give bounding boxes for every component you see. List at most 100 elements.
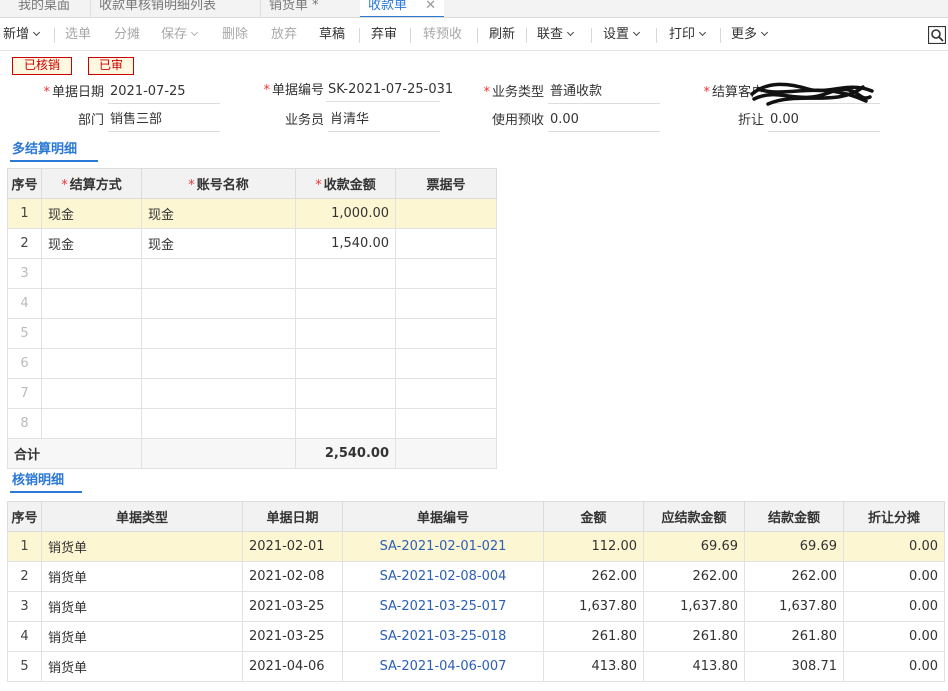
doc-date-field[interactable]: 2021-07-25 (108, 82, 220, 104)
table-row[interactable]: 3 (7, 258, 497, 289)
cell-method[interactable]: 现金 (41, 228, 142, 259)
delete-button[interactable]: 删除 (222, 25, 248, 45)
table-row[interactable]: 8 (7, 408, 497, 439)
table-row[interactable]: 2 现金 现金 1,540.00 (7, 228, 497, 259)
cell-doc-date[interactable]: 2021-02-01 (242, 531, 343, 562)
cell-doc-type[interactable]: 销货单 (41, 651, 243, 682)
table-row[interactable]: 1 现金 现金 1,000.00 (7, 198, 497, 229)
cell-amount[interactable] (295, 318, 396, 349)
table-row[interactable]: 5 (7, 318, 497, 349)
print-button[interactable]: 打印 (669, 25, 707, 45)
cell-bill[interactable] (395, 318, 497, 349)
cell-account[interactable] (141, 288, 296, 319)
new-button[interactable]: 新增 (3, 25, 41, 45)
cell-method[interactable]: 现金 (41, 198, 142, 229)
share-button[interactable]: 分摊 (114, 25, 140, 45)
cell-paid-amount[interactable]: 1,637.80 (744, 591, 844, 622)
cell-method[interactable] (41, 378, 142, 409)
cell-doc-type[interactable]: 销货单 (41, 531, 243, 562)
table-row[interactable]: 1 销货单 2021-02-01 SA-2021-02-01-021 112.0… (7, 531, 945, 562)
cell-discount-share[interactable]: 0.00 (843, 531, 945, 562)
doc-no-field[interactable]: SK-2021-07-25-031 (326, 80, 453, 102)
table-row[interactable]: 4 (7, 288, 497, 319)
cell-amount[interactable]: 261.80 (543, 621, 644, 652)
cell-account[interactable] (141, 258, 296, 289)
to-prepay-button[interactable]: 转预收 (423, 25, 462, 45)
cell-account[interactable]: 现金 (141, 228, 296, 259)
tab-sales-order[interactable]: 销货单 * (260, 0, 360, 17)
draft-button[interactable]: 草稿 (319, 25, 345, 45)
cell-bill[interactable] (395, 408, 497, 439)
cell-due-amount[interactable]: 261.80 (643, 621, 745, 652)
cell-account[interactable] (141, 318, 296, 349)
cell-bill[interactable] (395, 198, 497, 229)
tab-desktop[interactable]: 我的桌面 (10, 0, 88, 17)
doc-link[interactable]: SA-2021-02-01-021 (342, 531, 544, 562)
cell-method[interactable] (41, 258, 142, 289)
cell-amount[interactable] (295, 258, 396, 289)
cell-account[interactable] (141, 378, 296, 409)
cell-paid-amount[interactable]: 262.00 (744, 561, 844, 592)
search-icon[interactable] (928, 26, 946, 44)
cell-amount[interactable] (295, 408, 396, 439)
cell-amount[interactable]: 413.80 (543, 651, 644, 682)
cell-bill[interactable] (395, 348, 497, 379)
cell-account[interactable] (141, 348, 296, 379)
cell-paid-amount[interactable]: 261.80 (744, 621, 844, 652)
doc-link[interactable]: SA-2021-04-06-007 (342, 651, 544, 682)
cell-method[interactable] (41, 288, 142, 319)
cell-bill[interactable] (395, 258, 497, 289)
cell-doc-type[interactable]: 销货单 (41, 621, 243, 652)
discard-audit-button[interactable]: 弃审 (371, 25, 397, 45)
settle-section-title[interactable]: 多结算明细 (10, 140, 98, 162)
cell-amount[interactable] (295, 288, 396, 319)
department-field[interactable]: 销售三部 (108, 110, 220, 132)
select-doc-button[interactable]: 选单 (65, 25, 91, 45)
cell-paid-amount[interactable]: 69.69 (744, 531, 844, 562)
more-button[interactable]: 更多 (731, 25, 769, 45)
cell-discount-share[interactable]: 0.00 (843, 651, 945, 682)
tab-receipt-verify-list[interactable]: 收款单核销明细列表 (90, 0, 250, 17)
cell-amount[interactable]: 112.00 (543, 531, 644, 562)
use-prepay-field[interactable]: 0.00 (548, 110, 660, 132)
cell-bill[interactable] (395, 288, 497, 319)
cell-due-amount[interactable]: 262.00 (643, 561, 745, 592)
doc-link[interactable]: SA-2021-03-25-017 (342, 591, 544, 622)
close-icon[interactable]: ✕ (425, 0, 436, 16)
cell-amount[interactable]: 1,637.80 (543, 591, 644, 622)
refresh-button[interactable]: 刷新 (489, 25, 515, 45)
cell-amount[interactable] (295, 348, 396, 379)
cell-discount-share[interactable]: 0.00 (843, 561, 945, 592)
cell-amount[interactable] (295, 378, 396, 409)
cell-amount[interactable]: 262.00 (543, 561, 644, 592)
verify-section-title[interactable]: 核销明细 (10, 471, 82, 493)
linked-query-button[interactable]: 联查 (537, 25, 575, 45)
cell-amount[interactable]: 1,000.00 (295, 198, 396, 229)
cell-method[interactable] (41, 408, 142, 439)
discount-field[interactable]: 0.00 (768, 110, 880, 132)
biz-type-field[interactable]: 普通收款 (548, 82, 660, 104)
cell-due-amount[interactable]: 1,637.80 (643, 591, 745, 622)
table-row[interactable]: 5 销货单 2021-04-06 SA-2021-04-06-007 413.8… (7, 651, 945, 682)
cell-amount[interactable]: 1,540.00 (295, 228, 396, 259)
cell-discount-share[interactable]: 0.00 (843, 591, 945, 622)
save-button[interactable]: 保存 (161, 25, 199, 45)
cell-doc-type[interactable]: 销货单 (41, 591, 243, 622)
table-row[interactable]: 4 销货单 2021-03-25 SA-2021-03-25-018 261.8… (7, 621, 945, 652)
cell-method[interactable] (41, 348, 142, 379)
salesman-field[interactable]: 肖清华 (328, 110, 440, 132)
cell-discount-share[interactable]: 0.00 (843, 621, 945, 652)
cell-paid-amount[interactable]: 308.71 (744, 651, 844, 682)
table-row[interactable]: 3 销货单 2021-03-25 SA-2021-03-25-017 1,637… (7, 591, 945, 622)
settings-button[interactable]: 设置 (603, 25, 641, 45)
cell-bill[interactable] (395, 228, 497, 259)
table-row[interactable]: 2 销货单 2021-02-08 SA-2021-02-08-004 262.0… (7, 561, 945, 592)
cell-doc-date[interactable]: 2021-03-25 (242, 591, 343, 622)
table-row[interactable]: 6 (7, 348, 497, 379)
abandon-button[interactable]: 放弃 (271, 25, 297, 45)
doc-link[interactable]: SA-2021-03-25-018 (342, 621, 544, 652)
cell-doc-date[interactable]: 2021-04-06 (242, 651, 343, 682)
table-row[interactable]: 7 (7, 378, 497, 409)
cell-doc-date[interactable]: 2021-03-25 (242, 621, 343, 652)
cell-account[interactable]: 现金 (141, 198, 296, 229)
